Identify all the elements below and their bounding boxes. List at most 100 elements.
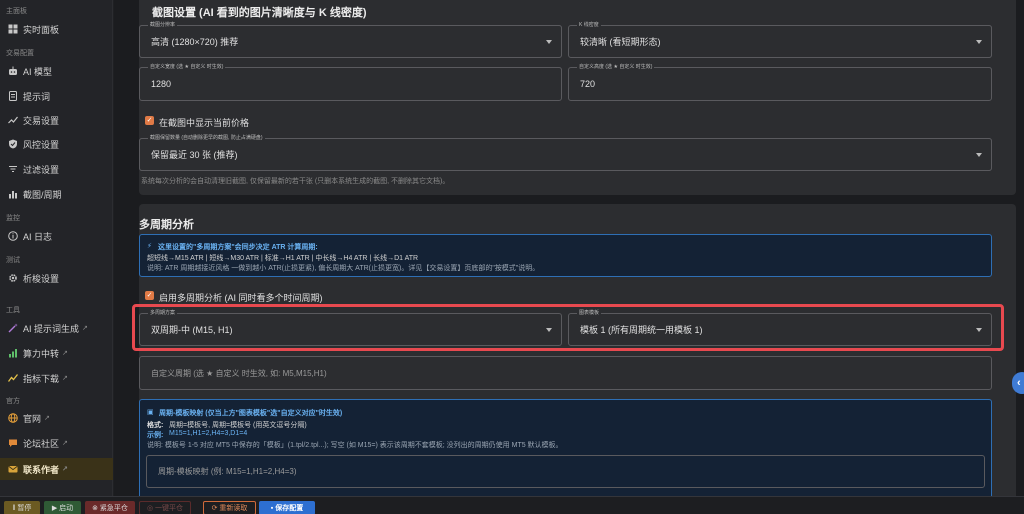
sidebar-item-label: AI 提示词生成 (23, 323, 80, 334)
sidebar-item-trade-settings[interactable]: 交易设置 (0, 110, 113, 130)
save-button[interactable]: ▪ 保存配置 (259, 501, 315, 514)
section-title: 多周期分析 (139, 219, 194, 231)
sidebar-item-indicator[interactable]: 指标下载 ↗ (0, 368, 113, 388)
field-value: 较清晰 (看短期形态) (580, 37, 661, 47)
sidebar-item-label: 指标下载 (23, 373, 60, 384)
stop-icon: ⊗ (92, 505, 100, 512)
external-link-icon: ↗ (44, 415, 50, 422)
button-label: 紧急平仓 (99, 505, 128, 512)
sidebar-item-label: AI 模型 (23, 66, 53, 77)
field-value: 1280 (151, 79, 172, 89)
width-input[interactable]: 自定义宽度 (选 ★ 自定义 时生效) 1280 (139, 64, 562, 101)
sidebar-item-label: 过滤设置 (23, 164, 60, 175)
refresh-icon: ⟳ (211, 505, 220, 512)
retention-hint: 系统每次分析的会自动清理旧截图, 仅保留最新的若干张 (只删本系统生成的截图, … (141, 178, 450, 185)
start-button[interactable]: ▶ 启动 (44, 501, 81, 514)
atr-info-box: ⚡ 这里设置的"多周期方案"会同步决定 ATR 计算周期: 超短线→M15 AT… (139, 234, 992, 277)
sidebar-item-label: 论坛社区 (23, 438, 60, 449)
trend-icon (8, 115, 18, 125)
external-link-icon: ↗ (82, 325, 88, 332)
close-all-icon: ◎ (146, 505, 156, 512)
external-link-icon: ↗ (62, 350, 68, 357)
show-price-checkbox[interactable]: ✓ (145, 116, 154, 125)
enable-multi-checkbox[interactable]: ✓ (145, 291, 154, 300)
info-title: 这里设置的"多周期方案"会同步决定 ATR 计算周期: (158, 244, 318, 251)
sidebar-item-risk[interactable]: 风控设置 (0, 134, 113, 154)
grid-icon: ▣ (147, 409, 154, 416)
button-label: 重新读取 (219, 505, 248, 512)
external-link-icon: ↗ (62, 375, 68, 382)
info-line: 超短线→M15 ATR | 短线→M30 ATR | 标准→H1 ATR | 中… (147, 255, 419, 262)
sidebar-section-test: 测试 (6, 257, 20, 264)
sidebar-item-label: 实时面板 (23, 24, 60, 35)
sidebar-section-main: 主面板 (6, 8, 27, 15)
dashboard-icon (8, 24, 18, 34)
sidebar-item-ai-model[interactable]: AI 模型 (0, 61, 113, 81)
mapping-desc: 说明: 模板号 1-5 对应 MT5 中保存的「模板」(1.tpl/2.tpl.… (147, 442, 563, 449)
chat-icon (8, 438, 18, 448)
document-icon (8, 91, 18, 101)
sidebar: 主面板 实时面板 交易配置 AI 模型 提示词 交易设置 风控设置 过滤设置 截 (0, 0, 113, 496)
mail-icon (8, 464, 18, 474)
chevron-down-icon (976, 39, 982, 44)
pause-button[interactable]: ‖ 暂停 (4, 501, 40, 514)
retention-field[interactable]: 截图保留数量 (自动删除更早的截图, 防止占满硬盘) 保留最近 30 张 (推荐… (139, 135, 992, 171)
sidebar-item-label: 提示词 (23, 91, 51, 102)
mapping-input[interactable]: 周期-模板映射 (例: M15=1,H1=2,H4=3) (146, 455, 985, 488)
sidebar-item-label: 官网 (23, 413, 42, 424)
sidebar-item-label: 析梭设置 (23, 273, 60, 284)
robot-icon (8, 66, 18, 76)
sidebar-item-filter[interactable]: 过滤设置 (0, 159, 113, 179)
sidebar-item-backtest[interactable]: 析梭设置 (0, 268, 113, 288)
button-label: 一键平仓 (155, 505, 184, 512)
bar-chart-icon (8, 189, 18, 199)
input-placeholder: 周期-模板映射 (例: M15=1,H1=2,H4=3) (158, 467, 297, 476)
button-label: 暂停 (17, 505, 32, 512)
filter-icon (8, 164, 18, 174)
sidebar-item-forum[interactable]: 论坛社区 ↗ (0, 433, 113, 453)
resolution-field[interactable]: 截图分辨率 高清 (1280×720) 推荐 (139, 22, 562, 58)
show-price-label: 在截图中显示当前价格 (159, 118, 250, 128)
example-key: 示例: (147, 432, 164, 439)
close-all-button[interactable]: ◎ 一键平仓 (139, 501, 191, 514)
sidebar-section-trade: 交易配置 (6, 50, 34, 57)
custom-period-input[interactable]: 自定义周期 (选 ★ 自定义 时生效, 如: M5,M15,H1) (139, 356, 992, 390)
play-icon: ▶ (51, 505, 60, 512)
sidebar-item-label: AI 日志 (23, 231, 53, 242)
section-title: 截图设置 (AI 看到的图片清晰度与 K 线密度) (152, 7, 367, 19)
sidebar-item-prompt-gen[interactable]: AI 提示词生成 ↗ (0, 318, 113, 338)
sidebar-section-tools: 工具 (6, 307, 20, 314)
button-label: 启动 (59, 505, 74, 512)
kdensity-field[interactable]: K 线密度 较清晰 (看短期形态) (568, 22, 992, 58)
sidebar-item-contact[interactable]: 联系作者 ↗ (0, 458, 113, 480)
sidebar-section-monitor: 监控 (6, 215, 20, 222)
info-icon (8, 231, 18, 241)
sidebar-item-prompt[interactable]: 提示词 (0, 86, 113, 106)
input-placeholder: 自定义周期 (选 ★ 自定义 时生效, 如: M5,M15,H1) (151, 368, 327, 378)
chevron-down-icon (546, 39, 552, 44)
gear-icon (8, 273, 18, 283)
sidebar-item-website[interactable]: 官网 ↗ (0, 408, 113, 428)
height-input[interactable]: 自定义高度 (选 ★ 自定义 时生效) 720 (568, 64, 992, 101)
format-key: 格式: (147, 422, 164, 429)
emergency-close-button[interactable]: ⊗ 紧急平仓 (85, 501, 135, 514)
reload-button[interactable]: ⟳ 重新读取 (203, 501, 256, 514)
sidebar-item-compute[interactable]: 算力中转 ↗ (0, 343, 113, 363)
highlight-box (132, 304, 1004, 351)
external-link-icon: ↗ (62, 440, 68, 447)
wand-icon (8, 323, 18, 333)
button-label: 保存配置 (275, 505, 304, 512)
app-window: 主面板 实时面板 交易配置 AI 模型 提示词 交易设置 风控设置 过滤设置 截 (0, 0, 1024, 514)
sidebar-item-realtime[interactable]: 实时面板 (0, 19, 113, 39)
sidebar-item-screenshot[interactable]: 截图/周期 (0, 184, 113, 204)
sidebar-item-label: 风控设置 (23, 139, 60, 150)
sidebar-item-label: 联系作者 (23, 464, 60, 475)
field-value: 720 (580, 79, 596, 89)
sidebar-item-label: 算力中转 (23, 348, 60, 359)
collapse-toggle[interactable]: ‹ (1012, 372, 1024, 394)
sidebar-item-ai-log[interactable]: AI 日志 (0, 226, 113, 246)
lightning-icon: ⚡ (147, 243, 152, 250)
example-value: M15=1,H1=2,H4=3,D1=4 (169, 430, 248, 437)
info-note: 说明: ATR 周期越接近风格 一做到越小 ATR(止损更紧), 偏长周期大 A… (147, 265, 540, 272)
sidebar-item-label: 截图/周期 (23, 189, 62, 200)
